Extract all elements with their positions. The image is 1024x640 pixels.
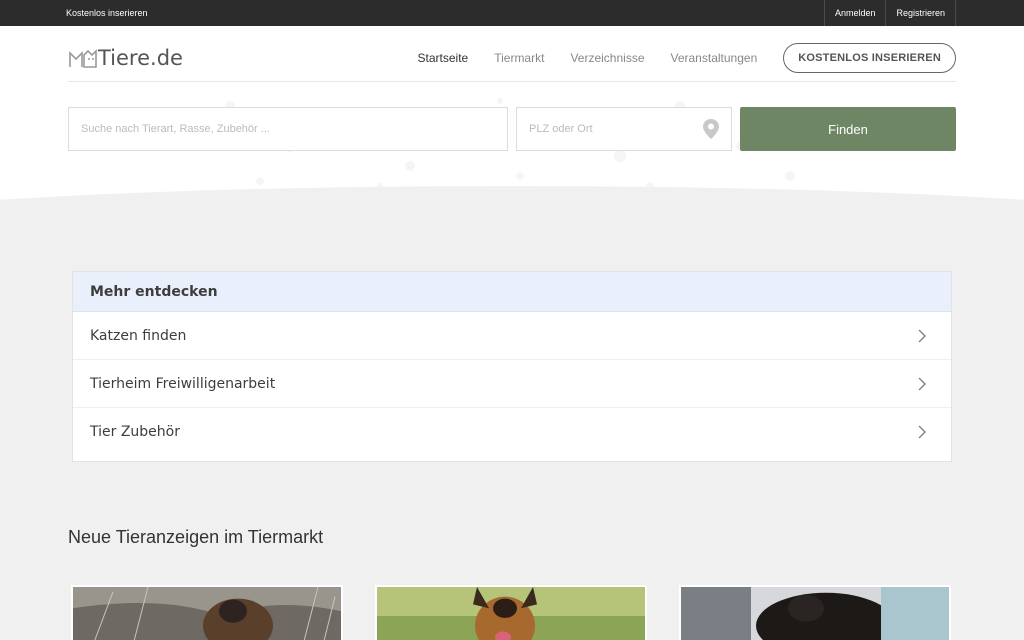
search-bar: Suche nach Tierart, Rasse, Zubehör ... P… bbox=[68, 107, 956, 151]
discover-item-label: Katzen finden bbox=[90, 327, 187, 344]
hero-curve-shape bbox=[0, 186, 1024, 216]
discover-item-label: Tier Zubehör bbox=[90, 424, 180, 440]
chevron-right-icon bbox=[918, 328, 927, 343]
post-free-button[interactable]: KOSTENLOS INSERIEREN bbox=[783, 42, 956, 73]
discover-item-zubehoer[interactable]: Tier Zubehör bbox=[73, 408, 951, 456]
listing-card[interactable] bbox=[71, 585, 343, 640]
logo-text: Tiere.de bbox=[98, 45, 183, 70]
topbar-post-free-link[interactable]: Kostenlos inserieren bbox=[66, 0, 148, 26]
main-header: Tiere.de Startseite Tiermarkt Verzeichni… bbox=[68, 38, 956, 82]
cat-dog-logo-icon bbox=[69, 48, 97, 68]
listing-card[interactable] bbox=[375, 585, 647, 640]
listings-section-title: Neue Tieranzeigen im Tiermarkt bbox=[68, 527, 324, 547]
topbar-account-links: Anmelden Registrieren bbox=[823, 0, 956, 26]
hero-section: Tiere.de Startseite Tiermarkt Verzeichni… bbox=[0, 26, 1024, 216]
search-input[interactable]: Suche nach Tierart, Rasse, Zubehör ... bbox=[68, 107, 508, 151]
nav-verzeichnisse[interactable]: Verzeichnisse bbox=[570, 51, 644, 65]
location-pin-icon bbox=[703, 119, 719, 139]
location-input[interactable]: PLZ oder Ort bbox=[516, 107, 732, 151]
site-logo[interactable]: Tiere.de bbox=[68, 38, 183, 78]
main-nav: Startseite Tiermarkt Verzeichnisse Veran… bbox=[392, 42, 956, 73]
location-placeholder: PLZ oder Ort bbox=[529, 123, 593, 135]
discover-more-card: Mehr entdecken Katzen finden Tierheim Fr… bbox=[72, 271, 952, 462]
nav-startseite[interactable]: Startseite bbox=[418, 51, 469, 65]
listing-card[interactable] bbox=[679, 585, 951, 640]
listing-photo-black-dog bbox=[681, 587, 949, 640]
discover-item-freiwilligenarbeit[interactable]: Tierheim Freiwilligenarbeit bbox=[73, 360, 951, 408]
discover-item-label: Tierheim Freiwilligenarbeit bbox=[90, 375, 276, 392]
listing-photo-german-shepherd bbox=[377, 587, 645, 640]
chevron-right-icon bbox=[918, 376, 927, 391]
discover-item-katzen[interactable]: Katzen finden bbox=[73, 312, 951, 360]
register-link[interactable]: Registrieren bbox=[885, 0, 956, 26]
login-link[interactable]: Anmelden bbox=[823, 0, 886, 26]
listing-photo-dog-forest bbox=[73, 586, 341, 640]
find-button[interactable]: Finden bbox=[740, 107, 956, 151]
nav-tiermarkt[interactable]: Tiermarkt bbox=[494, 51, 544, 65]
top-bar: Kostenlos inserieren Anmelden Registrier… bbox=[0, 0, 1024, 26]
discover-title: Mehr entdecken bbox=[73, 272, 951, 312]
nav-veranstaltungen[interactable]: Veranstaltungen bbox=[671, 51, 758, 65]
chevron-right-icon bbox=[918, 425, 927, 439]
